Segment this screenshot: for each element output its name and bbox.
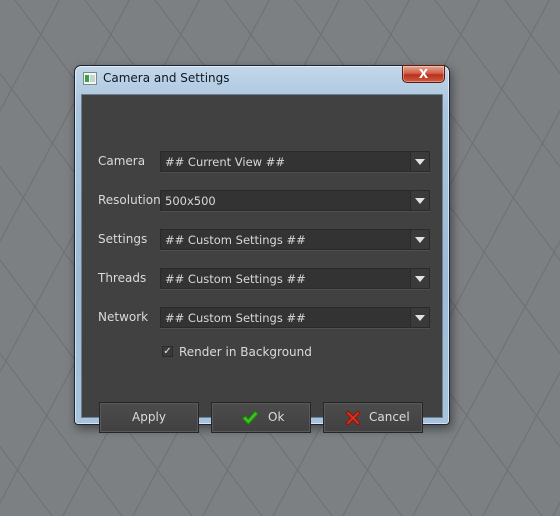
chevron-down-icon[interactable]	[410, 269, 429, 288]
render-in-background-label[interactable]: Render in Background	[179, 345, 312, 359]
apply-button[interactable]: Apply	[99, 402, 199, 433]
apply-button-label: Apply	[132, 410, 166, 424]
chevron-down-icon[interactable]	[410, 191, 429, 210]
network-dropdown[interactable]: ## Custom Settings ##	[160, 307, 430, 328]
close-button[interactable]: X	[402, 65, 445, 83]
camera-label: Camera	[98, 154, 146, 168]
ok-button-label: Ok	[268, 410, 285, 424]
chevron-down-icon[interactable]	[410, 308, 429, 327]
threads-value: ## Custom Settings ##	[165, 272, 306, 286]
settings-value: ## Custom Settings ##	[165, 233, 306, 247]
app-icon	[83, 72, 97, 85]
camera-value: ## Current View ##	[165, 155, 285, 169]
network-label: Network	[98, 310, 149, 324]
title-bar[interactable]: Camera and Settings X	[75, 65, 449, 93]
cancel-button[interactable]: Cancel	[323, 402, 423, 433]
resolution-dropdown[interactable]: 500x500	[160, 190, 430, 211]
chevron-down-icon[interactable]	[410, 230, 429, 249]
ok-button[interactable]: Ok	[211, 402, 311, 433]
dialog-title: Camera and Settings	[103, 71, 230, 85]
network-value: ## Custom Settings ##	[165, 311, 306, 325]
settings-dropdown[interactable]: ## Custom Settings ##	[160, 229, 430, 250]
threads-dropdown[interactable]: ## Custom Settings ##	[160, 268, 430, 289]
checkmark-icon	[241, 410, 259, 426]
cancel-button-label: Cancel	[369, 410, 410, 424]
camera-settings-dialog: Camera and Settings X Camera ## Current …	[74, 65, 450, 433]
settings-label: Settings	[98, 232, 148, 246]
camera-dropdown[interactable]: ## Current View ##	[160, 151, 430, 172]
dialog-body: Camera ## Current View ## Resolution 500…	[81, 94, 443, 433]
resolution-value: 500x500	[165, 194, 216, 208]
chevron-down-icon[interactable]	[410, 152, 429, 171]
close-icon	[345, 410, 361, 426]
threads-label: Threads	[98, 271, 147, 285]
viewport-background: Camera and Settings X Camera ## Current …	[0, 0, 560, 516]
resolution-label: Resolution	[98, 193, 161, 207]
render-in-background-checkbox[interactable]: ✓	[162, 346, 173, 357]
